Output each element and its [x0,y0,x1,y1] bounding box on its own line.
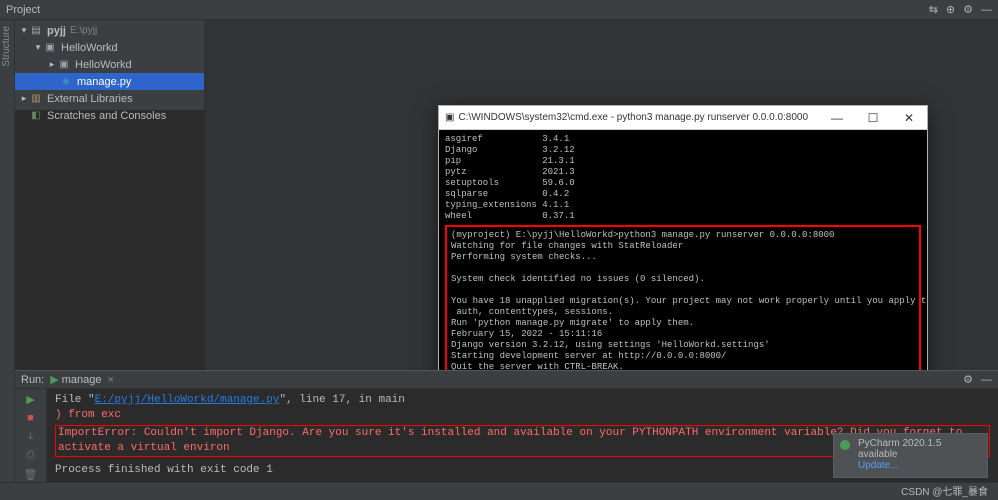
update-notification[interactable]: PyCharm 2020.1.5 available Update... [833,433,988,478]
hide-icon[interactable]: — [981,374,992,386]
file-link[interactable]: E:/pyjj/HelloWorkd/manage.py [95,394,280,406]
tree-external-libraries[interactable]: ▸ ▥ External Libraries [15,90,204,107]
run-header: Run: ▶ manage × ⚙ — [15,371,998,389]
tree-folder[interactable]: ▾ ▣ HelloWorkd [15,39,204,56]
project-title: Project [6,4,40,16]
print-icon[interactable]: ⎙ [26,449,35,462]
hide-icon[interactable]: — [981,4,992,16]
status-bar [0,482,998,500]
gear-icon[interactable]: ⚙ [963,3,973,16]
close-button[interactable]: ✕ [891,106,927,130]
project-tree[interactable]: ▾ ▤ pyjj E:\pyjj ▾ ▣ HelloWorkd ▸ ▣ Hell… [15,20,205,110]
trash-icon[interactable]: 🗑 [24,468,38,481]
tree-root-label: pyjj [47,25,66,37]
caret-right-icon[interactable]: ▸ [47,59,57,70]
caret-down-icon[interactable]: ▾ [33,42,43,53]
left-tool-strip: Structure [0,20,15,482]
expand-all-icon[interactable]: ⇆ [929,3,938,16]
folder-icon: ▣ [43,41,57,55]
traceback-line: File "E:/pyjj/HelloWorkd/manage.py", lin… [55,394,405,406]
tree-item-label: External Libraries [47,93,133,105]
rerun-icon[interactable]: ▶ [26,393,34,406]
tree-item-label: HelloWorkd [61,42,118,54]
cmd-title: C:\WINDOWS\system32\cmd.exe - python3 ma… [458,112,808,123]
tree-scratches[interactable]: ◧ Scratches and Consoles [15,107,204,124]
down-icon[interactable]: ⤓ [28,430,33,443]
run-label: Run: [21,374,44,386]
tree-folder[interactable]: ▸ ▣ HelloWorkd [15,56,204,73]
caret-down-icon[interactable]: ▾ [19,25,29,36]
gear-icon[interactable]: ⚙ [963,373,973,386]
run-tab-name[interactable]: manage [62,374,102,386]
tree-root-path: E:\pyjj [70,25,97,36]
structure-tab[interactable]: Structure [0,20,13,73]
run-toolbar: ▶ ■ ⤓ ⎙ 🗑 [15,389,47,482]
cmd-packages: asgiref 3.4.1 Django 3.2.12 pip 21.3.1 p… [445,134,575,221]
select-opened-icon[interactable]: ⊕ [946,3,955,16]
tree-file-selected[interactable]: ◆ manage.py [15,73,204,90]
traceback-line: ) from exc [55,408,990,423]
folder-icon: ▣ [57,58,71,72]
project-tool-header: Project ⇆ ⊕ ⚙ — [0,0,998,20]
status-dot-icon [840,440,850,450]
python-file-icon: ◆ [59,75,73,89]
watermark: CSDN @七罪_暴食 [901,483,988,498]
caret-right-icon[interactable]: ▸ [19,93,29,104]
close-tab-icon[interactable]: × [107,374,113,386]
cmd-icon: ▣ [445,112,454,123]
scratches-icon: ◧ [29,109,43,123]
run-config-icon: ▶ [50,373,58,386]
maximize-button[interactable]: ☐ [855,106,891,130]
cmd-window: ▣ C:\WINDOWS\system32\cmd.exe - python3 … [438,105,928,415]
minimize-button[interactable]: — [819,106,855,130]
project-icon: ▤ [29,24,43,38]
toast-update-link[interactable]: Update... [858,460,899,471]
library-icon: ▥ [29,92,43,106]
cmd-titlebar[interactable]: ▣ C:\WINDOWS\system32\cmd.exe - python3 … [439,106,927,130]
stop-icon[interactable]: ■ [27,412,34,424]
tree-item-label: manage.py [77,76,131,88]
tree-item-label: Scratches and Consoles [47,110,166,122]
tree-project-root[interactable]: ▾ ▤ pyjj E:\pyjj [15,22,204,39]
toast-title: PyCharm 2020.1.5 available [858,438,981,460]
tree-item-label: HelloWorkd [75,59,132,71]
